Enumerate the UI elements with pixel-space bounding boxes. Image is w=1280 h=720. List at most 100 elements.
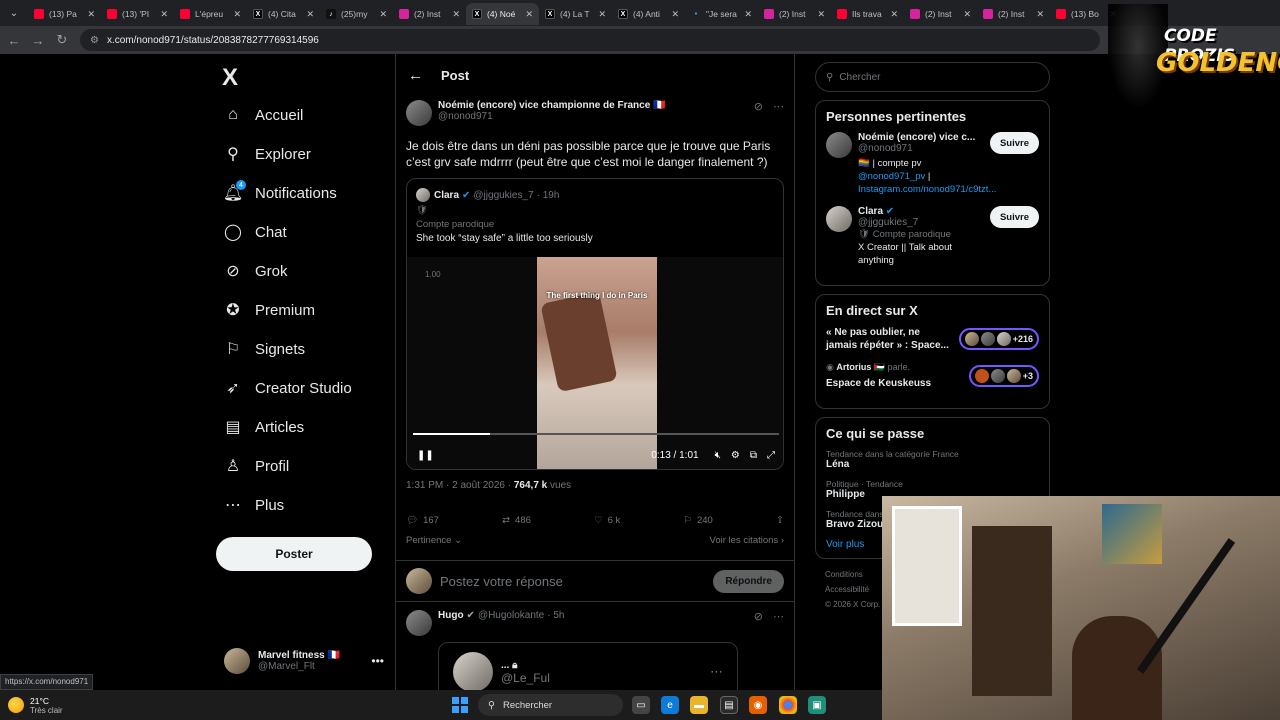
back-icon[interactable]: ← xyxy=(2,28,26,52)
author-name[interactable]: Noémie (encore) vice championne de Franc… xyxy=(438,100,666,111)
close-icon[interactable]: ✕ xyxy=(452,9,460,20)
view-quotes-link[interactable]: Voir les citations › xyxy=(710,535,784,546)
video-progress[interactable] xyxy=(413,433,779,435)
browser-tab[interactable]: Ils trava ✕ xyxy=(831,3,904,25)
more-icon[interactable]: ⋯ xyxy=(773,100,784,113)
reply-submit-button[interactable]: Répondre xyxy=(713,569,784,593)
reload-icon[interactable]: ↻ xyxy=(50,28,74,52)
site-info-icon[interactable]: ⚙ xyxy=(90,35,99,46)
close-icon[interactable]: ✕ xyxy=(87,9,95,20)
reply-author-handle[interactable]: @Hugolokante xyxy=(478,610,544,621)
nav-item-plus[interactable]: ⋯ Plus xyxy=(222,490,284,520)
person-item[interactable]: Noémie (encore) vice c... @nonod971 🏳️‍🌈… xyxy=(826,132,1039,196)
fullscreen-icon[interactable]: ⤢ xyxy=(767,450,775,461)
url-field[interactable]: ⚙ x.com/nonod971/status/2083878277769314… xyxy=(80,29,1100,51)
nav-item-grok[interactable]: ⊘ Grok xyxy=(222,256,287,286)
back-arrow-icon[interactable]: ← xyxy=(408,67,423,84)
browser-tab[interactable]: (13) Pa ✕ xyxy=(28,3,101,25)
browser-tab[interactable]: X (4) La T ✕ xyxy=(539,3,612,25)
post-button[interactable]: Poster xyxy=(216,537,372,571)
firefox-icon[interactable]: ◉ xyxy=(749,696,767,714)
pause-icon[interactable]: ❚❚ xyxy=(417,450,434,461)
forward-icon[interactable]: → xyxy=(26,28,50,52)
close-icon[interactable]: ✕ xyxy=(598,9,606,20)
live-space-item[interactable]: « Ne pas oublier, ne jamais répéter » : … xyxy=(826,326,1039,352)
pip-icon[interactable]: ⧉ xyxy=(750,450,757,461)
avatar[interactable] xyxy=(406,100,432,126)
author-handle[interactable]: @nonod971 xyxy=(438,111,666,122)
close-icon[interactable]: ✕ xyxy=(671,9,679,20)
close-icon[interactable]: ✕ xyxy=(1036,9,1044,20)
search-input[interactable]: ⚲ Chercher xyxy=(815,62,1050,92)
close-icon[interactable]: ✕ xyxy=(379,9,387,20)
app-icon[interactable]: ▣ xyxy=(808,696,826,714)
avatar[interactable] xyxy=(406,610,432,636)
grok-icon[interactable]: ⊘ xyxy=(754,100,763,113)
bio-link-2[interactable]: Instagram.com/nonod971/c9tzt... xyxy=(858,184,996,195)
follow-button[interactable]: Suivre xyxy=(989,132,1039,154)
task-view-icon[interactable]: ▭ xyxy=(632,696,650,714)
browser-tab[interactable]: • "Je sera ✕ xyxy=(685,3,758,25)
reply-author-name[interactable]: Hugo xyxy=(438,610,464,621)
sort-dropdown[interactable]: Pertinence ⌄ xyxy=(406,535,462,546)
nav-item-accueil[interactable]: ⌂ Accueil xyxy=(222,100,303,130)
browser-tab[interactable]: (2) Inst ✕ xyxy=(758,3,831,25)
nav-item-profil[interactable]: ♙ Profil xyxy=(222,451,289,481)
browser-tab[interactable]: X (4) Cita ✕ xyxy=(247,3,320,25)
quoted-post[interactable]: Clara ✔ @jjggukies_7 · 19h 🛡 Compte paro… xyxy=(406,178,784,470)
bookmark-button[interactable]: ⚐ 240 xyxy=(683,515,712,526)
windows-start-icon[interactable] xyxy=(452,697,468,713)
weather-widget[interactable]: 21°C Très clair xyxy=(8,696,63,715)
post-time[interactable]: 1:31 PM · 2 août 2026 · xyxy=(406,480,511,491)
settings-icon[interactable]: ⚙ xyxy=(731,450,740,461)
repost-button[interactable]: ⇄ 486 xyxy=(502,515,531,526)
trend-item[interactable]: Tendance dans la catégorie France Léna xyxy=(826,449,1039,470)
close-icon[interactable]: ✕ xyxy=(963,9,971,20)
nav-item-chat[interactable]: ◯ Chat xyxy=(222,217,287,247)
person-item[interactable]: Clara ✔ @jjggukies_7 🛡 Compte parodique … xyxy=(826,206,1039,267)
reply-input[interactable]: Postez votre réponse xyxy=(440,574,563,589)
close-icon[interactable]: ✕ xyxy=(890,9,898,20)
browser-tab[interactable]: L'épreu ✕ xyxy=(174,3,247,25)
taskbar-search[interactable]: ⚲ Rechercher xyxy=(478,694,623,716)
chat-icon: ◯ xyxy=(224,224,242,241)
nav-item-articles[interactable]: ▤ Articles xyxy=(222,412,304,442)
browser-tab[interactable]: (2) Inst ✕ xyxy=(977,3,1050,25)
browser-tab[interactable]: X (4) Anti ✕ xyxy=(612,3,685,25)
close-icon[interactable]: ✕ xyxy=(160,9,168,20)
close-icon[interactable]: ✕ xyxy=(817,9,825,20)
window-icon[interactable]: ▤ xyxy=(720,696,738,714)
browser-tab[interactable]: X (4) Noé ✕ xyxy=(466,3,539,25)
video-player[interactable]: 1.00 The first thing I do in Paris ❚❚ 0:… xyxy=(407,257,783,469)
browser-tab[interactable]: (2) Inst ✕ xyxy=(393,3,466,25)
tab-search-icon[interactable]: ⌄ xyxy=(0,0,28,26)
like-button[interactable]: ♡ 6 k xyxy=(594,515,620,526)
nav-item-explorer[interactable]: ⚲ Explorer xyxy=(222,139,311,169)
nav-item-notifications[interactable]: 🔔︎ Notifications 4 xyxy=(222,178,337,208)
x-logo[interactable]: X xyxy=(222,64,238,92)
nav-item-premium[interactable]: ✪ Premium xyxy=(222,295,315,325)
more-icon[interactable]: ⋯ xyxy=(710,664,723,680)
live-space-item[interactable]: ◉ Artorius 🇵🇸 parle. Espace de Keuskeuss… xyxy=(826,362,1039,390)
browser-tab[interactable]: (2) Inst ✕ xyxy=(904,3,977,25)
chrome-icon[interactable] xyxy=(779,696,797,714)
grok-icon[interactable]: ⊘ xyxy=(754,610,763,623)
more-icon[interactable]: ••• xyxy=(371,654,384,668)
more-icon[interactable]: ⋯ xyxy=(773,610,784,623)
follow-button[interactable]: Suivre xyxy=(989,206,1039,228)
nav-item-signets[interactable]: ⚐ Signets xyxy=(222,334,305,364)
mute-icon[interactable]: 🔇︎ xyxy=(715,450,721,461)
reply-button[interactable]: 💬︎ 167 xyxy=(406,515,439,526)
bio-link[interactable]: @nonod971_pv xyxy=(858,171,925,182)
share-button[interactable]: ⇪ xyxy=(776,515,784,526)
browser-tab[interactable]: (13) 'PI ✕ xyxy=(101,3,174,25)
nav-item-creator-studio[interactable]: ➶ Creator Studio xyxy=(222,373,351,403)
close-icon[interactable]: ✕ xyxy=(306,9,314,20)
close-icon[interactable]: ✕ xyxy=(744,9,752,20)
file-explorer-icon[interactable]: ▬ xyxy=(690,696,708,714)
close-icon[interactable]: ✕ xyxy=(233,9,241,20)
edge-icon[interactable]: e xyxy=(661,696,679,714)
browser-tab[interactable]: ♪ (25)my ✕ xyxy=(320,3,393,25)
account-switcher[interactable]: Marvel fitness 🇫🇷 @Marvel_Flt ••• xyxy=(224,644,384,678)
close-icon[interactable]: ✕ xyxy=(525,9,533,20)
